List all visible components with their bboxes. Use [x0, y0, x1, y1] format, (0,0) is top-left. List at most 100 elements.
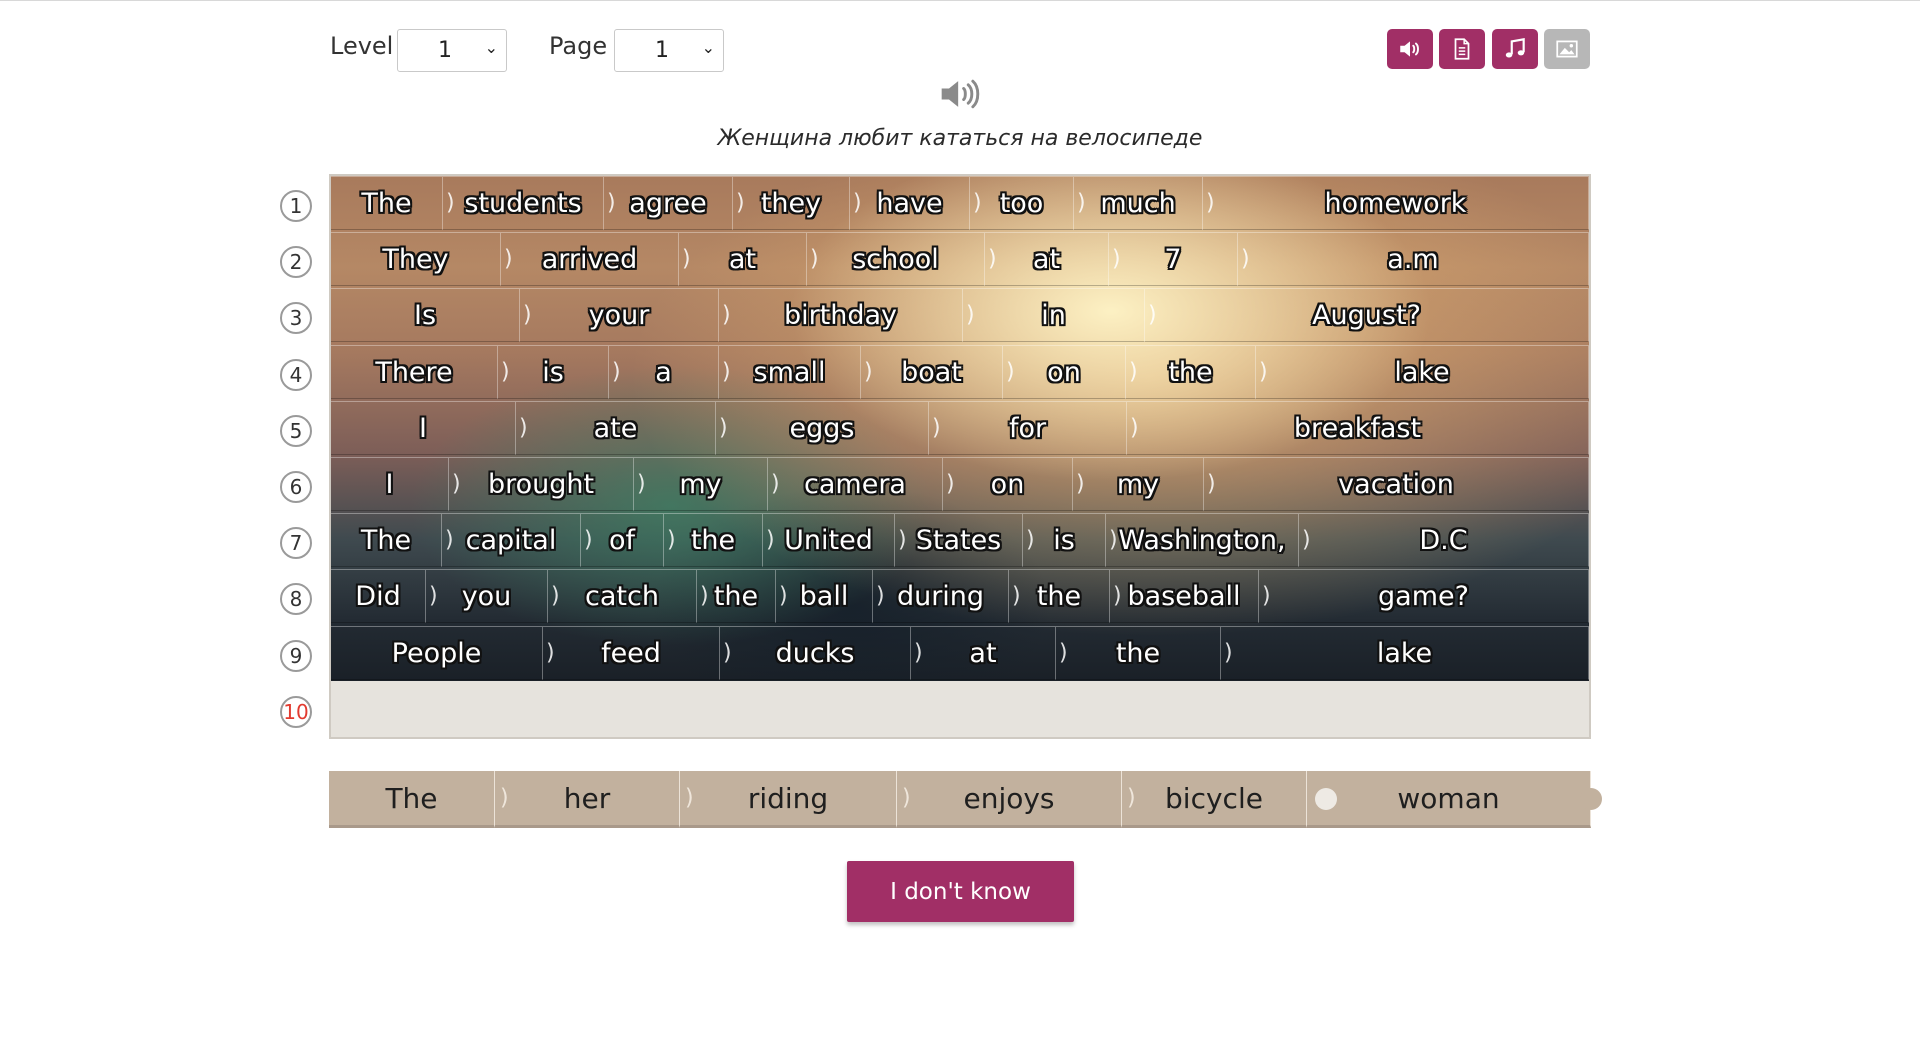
- word-tile[interactable]: ) your: [520, 288, 719, 342]
- word-tile[interactable]: ) boat: [861, 345, 1003, 399]
- word-tile[interactable]: ) they: [733, 176, 850, 230]
- text-button[interactable]: [1439, 29, 1485, 69]
- word-tile[interactable]: ) brought: [449, 457, 634, 511]
- word-tile[interactable]: ) vacation: [1204, 457, 1589, 511]
- music-button[interactable]: [1492, 29, 1538, 69]
- puzzle-knob-icon: [1580, 788, 1602, 810]
- word-tile[interactable]: ) breakfast: [1127, 401, 1589, 455]
- word-tile[interactable]: ) you: [426, 569, 548, 623]
- word-tile[interactable]: ) for: [929, 401, 1127, 455]
- word-tile[interactable]: ) too: [970, 176, 1074, 230]
- word-tile[interactable]: Did: [331, 569, 426, 623]
- puzzle-notch-icon: ): [1113, 583, 1122, 609]
- bank-word-tile[interactable]: ) bicycle: [1122, 771, 1307, 828]
- word-tile[interactable]: ) feed: [543, 626, 720, 680]
- word-tile[interactable]: The: [331, 176, 443, 230]
- word-tile[interactable]: ) States: [895, 513, 1023, 567]
- puzzle-notch-icon: ): [1224, 640, 1233, 666]
- word-tile[interactable]: ) during: [873, 569, 1009, 623]
- word-tile[interactable]: ) homework: [1203, 176, 1589, 230]
- word-text: my: [679, 468, 722, 500]
- word-tile[interactable]: ) ate: [516, 401, 716, 455]
- puzzle-notch-icon: ): [932, 415, 941, 441]
- word-tile[interactable]: ) students: [443, 176, 604, 230]
- word-text: game?: [1378, 580, 1469, 612]
- word-tile[interactable]: ) catch: [548, 569, 697, 623]
- word-tile[interactable]: ) the: [697, 569, 776, 623]
- bank-word-text: enjoys: [963, 781, 1055, 815]
- image-button[interactable]: [1544, 29, 1590, 69]
- word-tile[interactable]: ) camera: [768, 457, 943, 511]
- word-tile[interactable]: ) eggs: [716, 401, 929, 455]
- sentence-row: I) brought) my) camera) on) my) vacation: [331, 457, 1589, 511]
- word-tile[interactable]: ) on: [1003, 345, 1126, 399]
- word-tile[interactable]: There: [331, 345, 498, 399]
- word-tile[interactable]: They: [331, 232, 501, 286]
- bank-word-tile[interactable]: ) her: [495, 771, 680, 828]
- word-tile[interactable]: ) at: [911, 626, 1056, 680]
- sentence-row: The) students) agree) they) have) too) much) ho…: [331, 176, 1589, 230]
- word-tile[interactable]: ) of: [581, 513, 664, 567]
- word-tile[interactable]: ) the: [664, 513, 763, 567]
- word-tile[interactable]: The: [331, 513, 442, 567]
- word-tile[interactable]: ) small: [719, 345, 861, 399]
- word-tile[interactable]: ) the: [1126, 345, 1256, 399]
- word-tile[interactable]: ) on: [943, 457, 1073, 511]
- word-tile[interactable]: ) 7: [1109, 232, 1238, 286]
- puzzle-notch-icon: ): [612, 359, 621, 385]
- word-tile[interactable]: I: [331, 457, 449, 511]
- word-tile[interactable]: ) in: [963, 288, 1145, 342]
- word-tile[interactable]: ) a.m: [1238, 232, 1589, 286]
- puzzle-notch-icon: ): [1130, 415, 1139, 441]
- level-select[interactable]: 1 ⌄: [397, 29, 507, 72]
- word-tile[interactable]: ) lake: [1256, 345, 1589, 399]
- bank-word-tile[interactable]: ) riding: [680, 771, 897, 828]
- word-tile[interactable]: ) ducks: [720, 626, 911, 680]
- word-tile[interactable]: ) arrived: [501, 232, 679, 286]
- sentence-row: Is) your) birthday) in) August?: [331, 288, 1589, 342]
- word-tile[interactable]: ) Washington,: [1106, 513, 1299, 567]
- audio-button[interactable]: [1387, 29, 1433, 69]
- word-tile[interactable]: Is: [331, 288, 520, 342]
- word-tile[interactable]: ) the: [1009, 569, 1110, 623]
- word-tile[interactable]: ) have: [850, 176, 970, 230]
- word-text: school: [852, 243, 939, 275]
- word-tile[interactable]: ) school: [807, 232, 985, 286]
- word-tile[interactable]: ) August?: [1145, 288, 1589, 342]
- word-tile[interactable]: ) birthday: [719, 288, 963, 342]
- word-tile[interactable]: ) ball: [776, 569, 873, 623]
- word-tile[interactable]: ) baseball: [1110, 569, 1259, 623]
- word-tile[interactable]: ) agree: [604, 176, 733, 230]
- puzzle-notch-icon: ): [682, 246, 691, 272]
- word-tile[interactable]: ) is: [498, 345, 609, 399]
- puzzle-notch-icon: ): [501, 359, 510, 385]
- word-tile[interactable]: I: [331, 401, 516, 455]
- bank-word-tile[interactable]: ) enjoys: [897, 771, 1122, 828]
- word-text: at: [1032, 243, 1061, 275]
- word-tile[interactable]: People: [331, 626, 543, 680]
- word-text: have: [876, 187, 943, 219]
- word-tile[interactable]: ) at: [679, 232, 807, 286]
- word-tile[interactable]: ) my: [634, 457, 768, 511]
- word-text: of: [608, 524, 636, 556]
- page-select[interactable]: 1 ⌄: [614, 29, 724, 72]
- row-number: 6: [280, 471, 312, 503]
- word-tile[interactable]: ) the: [1056, 626, 1221, 680]
- word-tile[interactable]: ) D.C: [1299, 513, 1589, 567]
- dont-know-button[interactable]: I don't know: [847, 861, 1074, 922]
- word-text: students: [464, 187, 582, 219]
- word-tile[interactable]: ) much: [1074, 176, 1203, 230]
- word-tile[interactable]: ) lake: [1221, 626, 1589, 680]
- play-sentence-speaker-icon[interactable]: [938, 75, 982, 113]
- bank-word-tile[interactable]: woman: [1307, 771, 1591, 828]
- word-tile[interactable]: ) game?: [1259, 569, 1589, 623]
- word-tile[interactable]: ) is: [1023, 513, 1106, 567]
- word-tile[interactable]: ) United: [763, 513, 895, 567]
- word-tile[interactable]: ) capital: [442, 513, 581, 567]
- word-tile[interactable]: ) a: [609, 345, 719, 399]
- word-tile[interactable]: ) my: [1073, 457, 1204, 511]
- bank-word-tile[interactable]: The: [329, 771, 495, 828]
- word-tile[interactable]: ) at: [985, 232, 1109, 286]
- level-label: Level: [330, 32, 394, 60]
- puzzle-notch-icon: ): [1206, 190, 1215, 216]
